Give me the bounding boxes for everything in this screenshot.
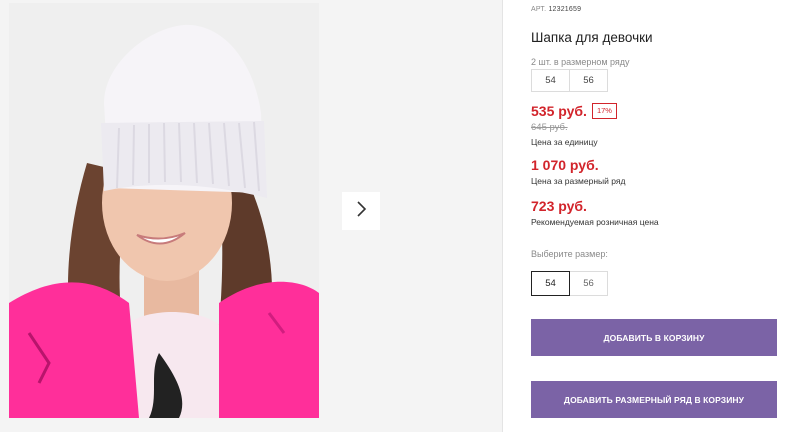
rrp-price-caption: Рекомендуемая розничная цена (531, 217, 659, 227)
rrp-price: 723 руб. (531, 198, 587, 214)
series-price: 1 070 руб. (531, 157, 599, 173)
panel-divider (502, 0, 503, 432)
series-price-caption: Цена за размерный ряд (531, 176, 626, 186)
unit-price: 535 руб. (531, 103, 587, 119)
series-size-56: 56 (569, 69, 608, 92)
series-sizes: 54 56 (531, 69, 608, 92)
size-picker: 54 56 (531, 271, 608, 296)
gallery-next-button[interactable] (342, 192, 380, 230)
chevron-right-icon (355, 200, 367, 222)
old-price: 645 руб. (531, 122, 568, 133)
series-label: 2 шт. в размерном ряду (531, 57, 630, 67)
product-gallery (0, 0, 502, 432)
size-picker-label: Выберите размер: (531, 249, 608, 259)
unit-price-caption: Цена за единицу (531, 137, 598, 147)
unit-price-row: 535 руб. 17% (531, 103, 617, 119)
product-photo (9, 3, 319, 418)
product-title: Шапка для девочки (531, 30, 653, 45)
discount-badge: 17% (591, 103, 617, 119)
sku-line: АРТ. 12321659 (531, 6, 581, 13)
add-to-cart-button[interactable]: ДОБАВИТЬ В КОРЗИНУ (531, 319, 777, 356)
size-option-54[interactable]: 54 (531, 271, 570, 296)
sku-label: АРТ. (531, 6, 547, 13)
add-series-to-cart-button[interactable]: ДОБАВИТЬ РАЗМЕРНЫЙ РЯД В КОРЗИНУ (531, 381, 777, 418)
size-option-56[interactable]: 56 (569, 271, 608, 296)
sku-value: 12321659 (548, 6, 582, 13)
series-size-54: 54 (531, 69, 570, 92)
